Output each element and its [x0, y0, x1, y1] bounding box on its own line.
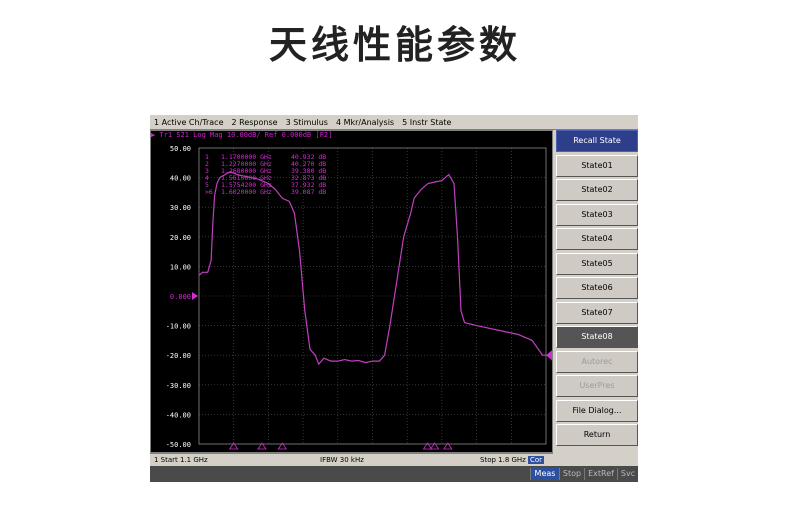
softkey-state07[interactable]: State07: [556, 302, 638, 324]
svc-button[interactable]: Svc: [617, 468, 638, 480]
y-tick-label: 0.000: [170, 293, 191, 301]
menu-active-ch-trace[interactable]: 1 Active Ch/Trace: [154, 118, 224, 127]
menu-instr-state[interactable]: 5 Instr State: [402, 118, 451, 127]
y-tick-label: -30.00: [166, 382, 191, 390]
marker-value: 39.087 dB: [291, 188, 326, 196]
y-tick-label: -20.00: [166, 352, 191, 360]
softkey-userpres[interactable]: UserPres: [556, 375, 638, 397]
y-tick-label: 20.00: [170, 234, 191, 242]
correction-badge: Cor: [528, 456, 545, 464]
trace-display: ▶ Tr1 S21 Log Mag 10.00dB/ Ref 0.000dB […: [150, 130, 553, 453]
s21-trace: [198, 171, 546, 366]
softkey-state01[interactable]: State01: [556, 155, 638, 177]
extref-button[interactable]: ExtRef: [584, 468, 617, 480]
y-tick-label: -40.00: [166, 411, 191, 419]
stop-frequency: Stop 1.8 GHz: [480, 456, 526, 464]
y-tick-label: 30.00: [170, 204, 191, 212]
right-level-marker: [546, 350, 552, 361]
softkey-recall-state[interactable]: Recall State: [556, 130, 638, 152]
softkey-state03[interactable]: State03: [556, 204, 638, 226]
analyzer-window: 1 Active Ch/Trace 2 Response 3 Stimulus …: [150, 115, 638, 482]
bottom-status-bar: Meas Stop ExtRef Svc: [150, 466, 638, 482]
softkey-return[interactable]: Return: [556, 424, 638, 446]
softkey-state05[interactable]: State05: [556, 253, 638, 275]
softkey-file-dialog[interactable]: File Dialog...: [556, 400, 638, 422]
y-tick-label: -50.00: [166, 441, 191, 449]
softkey-panel: Recall State State01 State02 State03 Sta…: [556, 130, 638, 464]
marker-frequency: 1.6020000 GHz: [221, 188, 272, 196]
y-tick-label: -10.00: [166, 323, 191, 331]
menu-bar: 1 Active Ch/Trace 2 Response 3 Stimulus …: [150, 115, 638, 130]
stop-button[interactable]: Stop: [559, 468, 584, 480]
start-frequency: 1 Start 1.1 GHz: [154, 456, 208, 464]
meas-button[interactable]: Meas: [530, 468, 559, 480]
y-tick-label: 50.00: [170, 145, 191, 153]
softkey-state02[interactable]: State02: [556, 179, 638, 201]
softkey-autorec[interactable]: Autorec: [556, 351, 638, 373]
softkey-state08[interactable]: State08: [556, 326, 638, 348]
menu-stimulus[interactable]: 3 Stimulus: [286, 118, 328, 127]
menu-mkr-analysis[interactable]: 4 Mkr/Analysis: [336, 118, 394, 127]
marker-id: >6: [205, 188, 213, 196]
y-tick-label: 10.00: [170, 263, 191, 271]
page-title: 天线性能参数: [268, 23, 521, 67]
softkey-state06[interactable]: State06: [556, 277, 638, 299]
status-bar: 1 Start 1.1 GHz IFBW 30 kHz Stop 1.8 GHz…: [150, 453, 553, 466]
trace-plot: 50.00 40.00 30.00 20.00 10.00 0.000 -10.00 -20.…: [166, 145, 552, 450]
y-tick-label: 40.00: [170, 175, 191, 183]
softkey-state04[interactable]: State04: [556, 228, 638, 250]
ifbw-label: IFBW 30 kHz: [320, 456, 364, 464]
menu-response[interactable]: 2 Response: [232, 118, 278, 127]
reference-level-marker: [192, 292, 198, 300]
